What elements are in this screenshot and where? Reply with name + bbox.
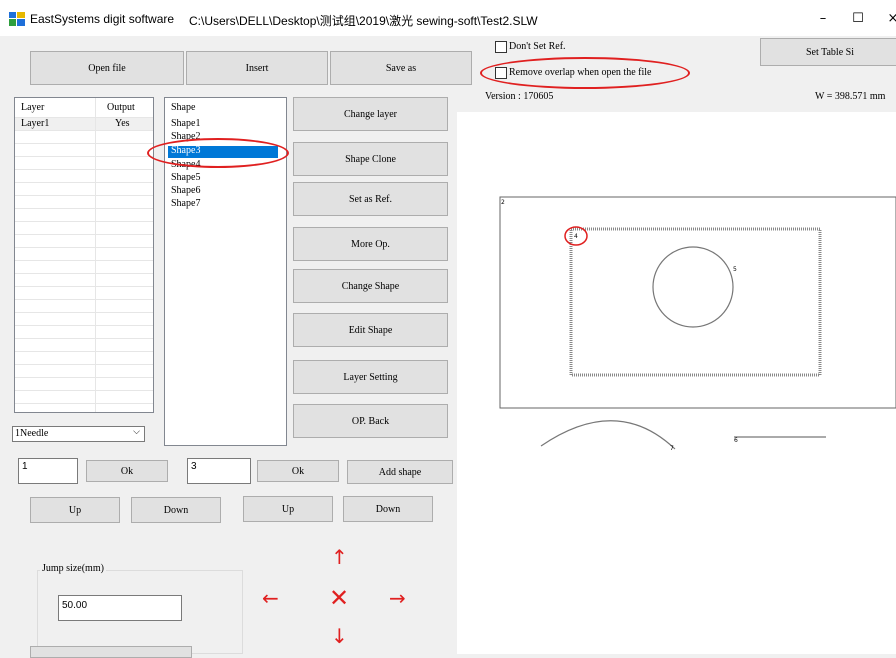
jump-size-input[interactable]: 50.00 [58, 595, 182, 621]
shape-down-button[interactable]: Down [343, 496, 433, 522]
app-logo-icon [9, 12, 25, 26]
jog-up-icon[interactable]: ↑ [331, 545, 348, 569]
jog-down-icon[interactable]: ↓ [331, 624, 348, 648]
shape-list-item[interactable]: Shape1 [171, 118, 200, 129]
dont-set-ref-label: Don't Set Ref. [509, 41, 566, 52]
bottom-button[interactable] [30, 646, 192, 658]
insert-button[interactable]: Insert [186, 51, 328, 85]
layer-setting-button[interactable]: Layer Setting [293, 360, 448, 394]
needle-select[interactable]: 1Needle ⌵ [12, 426, 145, 442]
change-layer-button[interactable]: Change layer [293, 97, 448, 131]
shape-list-item[interactable]: Shape5 [171, 172, 200, 183]
shape-list-item[interactable]: Shape7 [171, 198, 200, 209]
minimize-button[interactable]: – [808, 10, 838, 28]
circle-shape-label: 5 [733, 266, 737, 273]
set-as-ref-button[interactable]: Set as Ref. [293, 182, 448, 216]
drawing-canvas[interactable]: 2 4 5 7 6 [457, 112, 896, 654]
edit-shape-button[interactable]: Edit Shape [293, 313, 448, 347]
shape-column-header: Shape [171, 102, 196, 113]
chevron-down-icon: ⌵ [133, 427, 140, 437]
layer-down-button[interactable]: Down [131, 497, 221, 523]
circle-shape [652, 246, 734, 328]
layer-index-input[interactable]: 1 [18, 458, 78, 484]
app-title: EastSystems digit software [30, 12, 175, 26]
shape-up-button[interactable]: Up [243, 496, 333, 522]
width-readout: W = 398.571 mm [815, 91, 886, 102]
inner-rectangle-shape [569, 227, 822, 377]
inner-shape-label: 4 [574, 233, 578, 240]
change-shape-button[interactable]: Change Shape [293, 269, 448, 303]
annotation-ellipse [480, 57, 690, 89]
layer-ok-button[interactable]: Ok [86, 460, 168, 482]
needle-select-value: 1Needle [15, 428, 49, 439]
arc-shape-label: 7 [670, 445, 674, 452]
shape-ok-button[interactable]: Ok [257, 460, 339, 482]
version-label: Version : 170605 [485, 91, 554, 102]
add-shape-button[interactable]: Add shape [347, 460, 453, 484]
table-row[interactable]: Layer1 Yes [15, 117, 153, 130]
layer-list[interactable]: Layer Output Layer1 Yes [14, 97, 154, 413]
dont-set-ref-checkbox[interactable] [495, 41, 507, 53]
op-back-button[interactable]: OP. Back [293, 404, 448, 438]
arc-shape [540, 420, 676, 450]
shape-clone-button[interactable]: Shape Clone [293, 142, 448, 176]
line-shape-label: 6 [734, 437, 738, 444]
layer-output: Yes [115, 118, 130, 129]
shape-index-input[interactable]: 3 [187, 458, 251, 484]
shape-list-item[interactable]: Shape6 [171, 185, 200, 196]
jog-left-icon[interactable]: ← [262, 586, 279, 610]
more-op-button[interactable]: More Op. [293, 227, 448, 261]
file-path: C:\Users\DELL\Desktop\测试组\2019\激光 sewing… [189, 14, 538, 28]
canvas-drawing: 2 4 5 7 6 [499, 196, 896, 452]
annotation-ellipse [147, 138, 289, 168]
output-column-header: Output [107, 102, 135, 113]
maximize-button[interactable]: ☐ [843, 10, 873, 28]
layer-up-button[interactable]: Up [30, 497, 120, 523]
close-button[interactable]: × [878, 10, 896, 28]
layer-name: Layer1 [21, 118, 50, 129]
layer-column-header: Layer [21, 102, 45, 113]
outer-shape-label: 2 [501, 199, 505, 206]
set-table-size-button[interactable]: Set Table Si [760, 38, 896, 66]
open-file-button[interactable]: Open file [30, 51, 184, 85]
jump-size-label: Jump size(mm) [40, 563, 106, 574]
jog-right-icon[interactable]: → [389, 586, 406, 610]
jog-stop-icon[interactable]: ✕ [329, 584, 349, 612]
save-as-button[interactable]: Save as [330, 51, 472, 85]
